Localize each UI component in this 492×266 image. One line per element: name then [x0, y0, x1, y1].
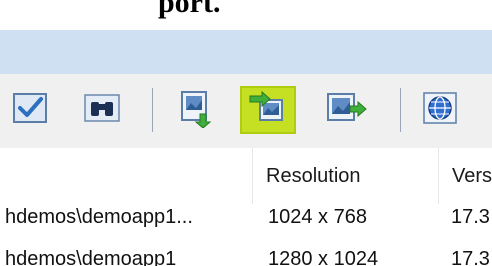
export-image-button[interactable]: [318, 86, 374, 134]
row-1-resolution[interactable]: 1024 x 768: [268, 206, 367, 229]
toolbar: [0, 74, 492, 149]
find-button[interactable]: [74, 86, 130, 134]
window-title: port.: [158, 0, 221, 19]
check-document-button[interactable]: [2, 86, 58, 134]
import-image-button[interactable]: [168, 86, 224, 134]
web-button[interactable]: [412, 86, 468, 134]
image-import-icon: [176, 88, 216, 133]
image-export-icon: [324, 90, 368, 131]
window-title-strip: port.: [0, 0, 492, 30]
toolbar-separator: [400, 88, 401, 132]
header-band: [0, 30, 492, 74]
file-grid: Resolution Vers hdemos\demoapp1... 1024 …: [0, 148, 492, 266]
app-window: port. Resolution Vers hdemos\demoapp1...…: [0, 0, 492, 266]
row-2-version[interactable]: 17.3: [451, 248, 490, 266]
column-header-resolution[interactable]: Resolution: [252, 148, 438, 204]
row-2-path[interactable]: hdemos\demoapp1: [5, 248, 176, 266]
row-1-version[interactable]: 17.3: [451, 206, 490, 229]
swap-image-button[interactable]: [240, 86, 296, 134]
row-1-path[interactable]: hdemos\demoapp1...: [5, 206, 193, 229]
column-header-version[interactable]: Vers: [438, 148, 492, 204]
toolbar-separator: [152, 88, 153, 132]
globe-icon: [420, 90, 460, 131]
check-document-icon: [10, 90, 50, 131]
binoculars-icon: [82, 90, 122, 131]
image-swap-icon: [248, 90, 288, 131]
row-2-resolution[interactable]: 1280 x 1024: [268, 248, 378, 266]
